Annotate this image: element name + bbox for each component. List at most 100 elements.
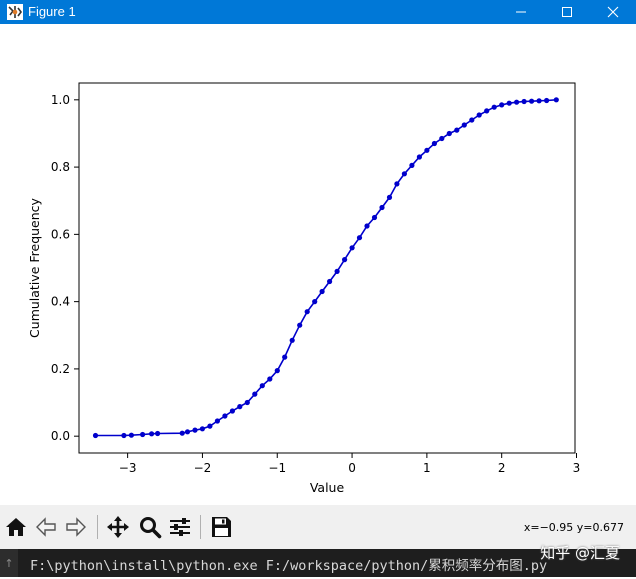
x-tick-label: 3	[573, 461, 581, 475]
data-point	[476, 112, 482, 118]
cdf-chart: −3 −2 −1 0 1 2 3 0.0 0.2 0.4 0.6 0.8 1.0 Value Cumu…	[27, 82, 581, 495]
data-point	[214, 418, 220, 424]
data-point	[192, 427, 198, 433]
x-axis-ticks: −3 −2 −1 0 1 2 3	[119, 453, 581, 475]
data-point	[289, 337, 295, 343]
watermark-text: 知乎 @汇夏	[540, 544, 620, 562]
zoom-button[interactable]	[136, 513, 164, 541]
data-point	[244, 399, 250, 406]
data-point	[282, 354, 288, 360]
y-tick-label: 0.6	[51, 227, 70, 241]
data-point	[484, 108, 490, 114]
data-point	[379, 204, 385, 211]
data-point	[454, 127, 460, 133]
data-point	[431, 140, 437, 147]
home-icon	[6, 518, 26, 536]
x-tick-label: −2	[194, 461, 212, 475]
data-point	[259, 383, 265, 389]
data-point	[446, 130, 452, 137]
data-point	[207, 423, 213, 429]
data-point	[499, 102, 505, 108]
data-point	[184, 429, 191, 435]
x-axis-label: Value	[310, 480, 345, 495]
data-point	[529, 98, 535, 104]
data-point	[179, 430, 185, 436]
pan-icon	[107, 516, 129, 538]
data-point	[149, 431, 155, 437]
data-point	[469, 117, 475, 123]
y-axis-ticks: 0.0 0.2 0.4 0.6 0.8 1.0	[51, 93, 79, 443]
matplotlib-app-icon	[7, 4, 23, 20]
data-point	[128, 432, 134, 438]
data-point	[424, 147, 430, 153]
close-button[interactable]	[590, 0, 636, 24]
maximize-icon	[562, 7, 572, 17]
x-tick-label: −3	[119, 461, 137, 475]
data-point	[401, 171, 407, 177]
configure-subplots-icon	[170, 518, 190, 536]
data-point	[491, 104, 497, 110]
x-tick-label: 2	[498, 461, 506, 475]
data-point	[121, 432, 127, 439]
data-point	[312, 299, 318, 305]
data-point	[416, 154, 422, 160]
y-tick-label: 0.8	[51, 160, 70, 174]
data-point	[327, 278, 333, 285]
data-point	[394, 181, 400, 187]
minimize-icon	[516, 11, 526, 13]
data-point	[553, 97, 559, 103]
data-point	[521, 98, 527, 105]
data-point	[92, 432, 99, 439]
y-tick-label: 0.4	[51, 295, 70, 309]
minimize-button[interactable]	[498, 0, 544, 24]
data-point	[274, 368, 280, 374]
title-bar: Figure 1	[0, 0, 636, 24]
zoom-icon	[140, 517, 162, 539]
x-tick-label: 0	[348, 461, 356, 475]
data-point	[229, 408, 235, 414]
toolbar-separator	[97, 515, 98, 539]
home-button[interactable]	[2, 513, 30, 541]
data-point	[386, 194, 393, 200]
forward-button[interactable]	[62, 513, 90, 541]
plot-area	[78, 82, 576, 454]
data-point	[237, 404, 243, 410]
data-point	[199, 426, 205, 432]
data-point	[536, 98, 542, 104]
toolbar-separator	[200, 515, 201, 539]
data-point	[319, 288, 325, 295]
close-icon	[607, 6, 619, 18]
data-point	[252, 391, 258, 397]
data-point	[349, 245, 355, 251]
y-tick-label: 0.0	[51, 429, 70, 443]
data-point	[364, 223, 370, 229]
data-point	[514, 99, 520, 105]
forward-icon	[66, 517, 86, 537]
scroll-up-arrow-icon[interactable]: ↑	[0, 549, 18, 577]
data-point	[544, 97, 550, 104]
data-point	[155, 430, 161, 437]
data-point	[356, 235, 363, 241]
save-button[interactable]	[207, 513, 235, 541]
cursor-coordinates: x=−0.95 y=0.677	[523, 521, 624, 534]
back-button[interactable]	[32, 513, 60, 541]
data-point	[304, 309, 310, 315]
data-point	[461, 122, 467, 128]
x-tick-label: −1	[268, 461, 286, 475]
data-point	[334, 268, 340, 274]
data-point	[409, 162, 415, 168]
y-tick-label: 1.0	[51, 93, 70, 107]
data-point	[342, 257, 348, 263]
data-point	[506, 100, 512, 106]
save-icon	[212, 517, 231, 537]
back-icon	[36, 517, 56, 537]
configure-subplots-button[interactable]	[166, 513, 194, 541]
y-axis-label: Cumulative Frequency	[27, 197, 42, 337]
maximize-button[interactable]	[544, 0, 590, 24]
console-command-text: F:\python\install\python.exe F:/workspac…	[30, 558, 548, 574]
pan-button[interactable]	[104, 513, 132, 541]
data-point	[222, 413, 228, 419]
data-point	[439, 135, 445, 142]
window-title: Figure 1	[28, 4, 76, 19]
figure-canvas[interactable]: −3 −2 −1 0 1 2 3 0.0 0.2 0.4 0.6 0.8 1.0 Value Cumu…	[0, 24, 636, 505]
